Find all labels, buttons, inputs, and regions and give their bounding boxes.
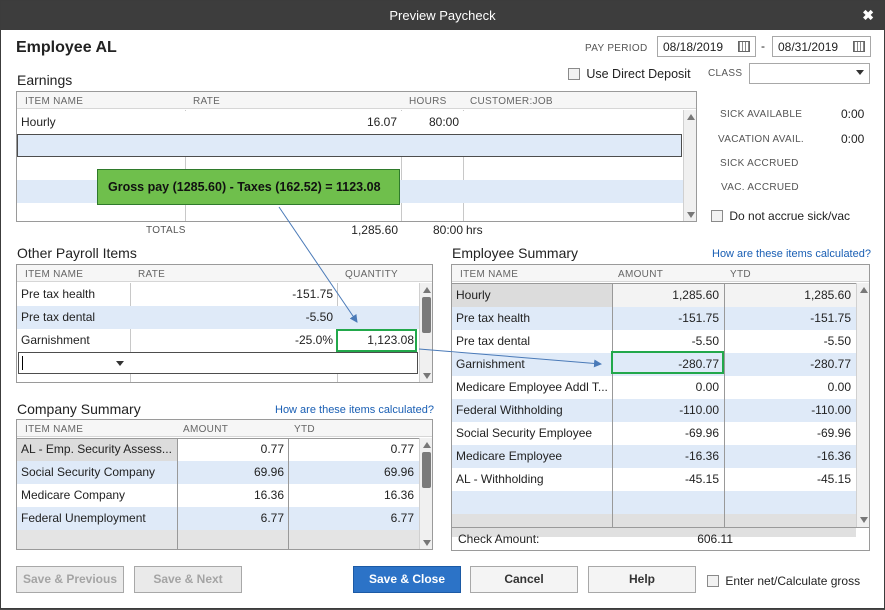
cancel-button[interactable]: Cancel [470, 566, 578, 593]
preview-paycheck-window: Preview Paycheck ✖ Employee AL PAY PERIO… [0, 0, 885, 609]
help-button[interactable]: Help [588, 566, 696, 593]
save-next-button[interactable]: Save & Next [134, 566, 242, 593]
arrow-to-quantity [278, 206, 358, 323]
annotation-arrows [278, 206, 602, 368]
arrow-to-garnishment [418, 348, 602, 368]
save-close-button[interactable]: Save & Close [353, 566, 461, 593]
enter-net-label: Enter net/Calculate gross [725, 573, 861, 588]
save-previous-button[interactable]: Save & Previous [16, 566, 124, 593]
enter-net-toggle[interactable]: Enter net/Calculate gross [707, 573, 860, 588]
enter-net-checkbox[interactable] [707, 574, 719, 587]
